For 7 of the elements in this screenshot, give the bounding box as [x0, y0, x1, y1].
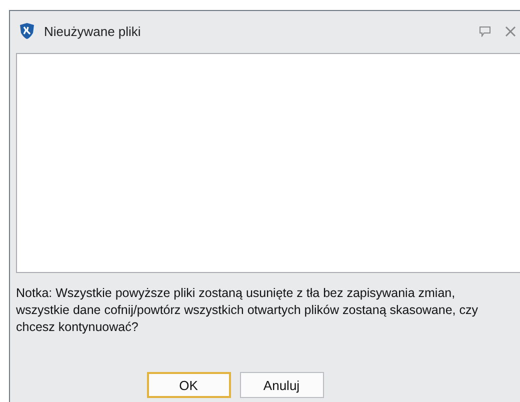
ok-button[interactable]: OK: [146, 372, 230, 398]
comment-icon[interactable]: [479, 26, 491, 36]
app-logo-icon: [18, 22, 36, 40]
window-title: Nieużywane pliki: [44, 24, 142, 38]
note-text: Notka: Wszystkie powyższe pliki zostaną usunięte z tła bez zapisywania zmian, wszystkie dane cofnij/powtórz wszystkich otwartych plików zostaną skasowane, czy chcesz kontynuować?: [16, 285, 479, 336]
close-icon[interactable]: [505, 26, 516, 36]
cancel-button[interactable]: Anuluj: [240, 372, 324, 398]
